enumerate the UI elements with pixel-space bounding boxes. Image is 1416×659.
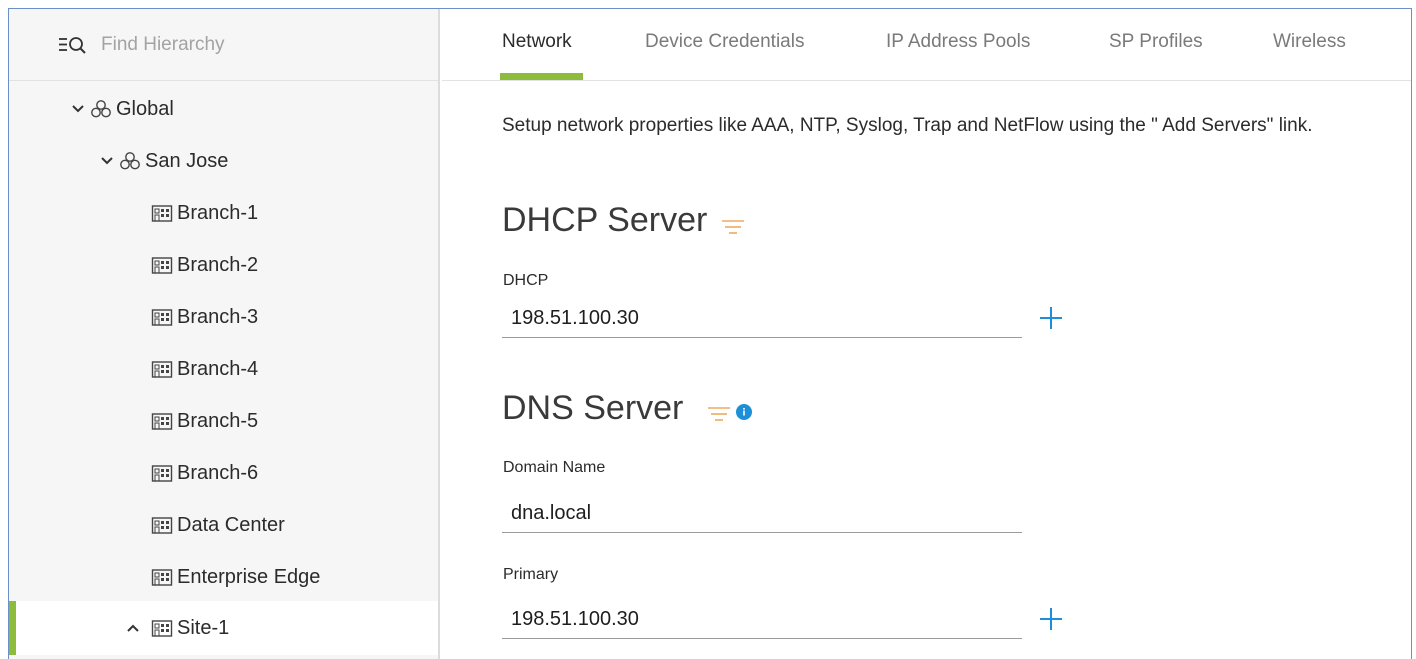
tree-item-label: Global [116,97,174,120]
chevron-up-icon[interactable] [121,616,145,640]
filter-icon[interactable] [721,218,745,236]
tree-item-label: San Jose [145,149,229,172]
tree-item-site-1[interactable]: Site-1 [9,601,438,655]
building-icon [151,617,175,639]
area-icon [90,98,114,120]
building-icon [151,410,175,432]
tree-item-label: Site-1 [177,616,230,639]
building-icon [151,202,175,224]
building-icon [151,254,175,276]
domain-name-label: Domain Name [503,459,606,476]
info-icon[interactable] [736,404,752,420]
app-window: Global San Jose Branch-1 Branch-2 [8,8,1412,659]
tab-network[interactable]: Network [502,31,572,53]
building-icon [151,306,175,328]
settings-tabs: Network Device Credentials IP Address Po… [442,9,1411,81]
page-description: Setup network properties like AAA, NTP, … [502,115,1313,136]
tree-item-san-jose[interactable]: San Jose [9,135,438,187]
tree-item-label: Branch-6 [177,461,259,484]
main-panel: Network Device Credentials IP Address Po… [442,9,1411,659]
tree-item-label: Branch-2 [177,253,259,276]
filter-search-icon[interactable] [57,33,93,57]
dhcp-label: DHCP [503,272,549,289]
area-icon [119,150,143,172]
hierarchy-sidebar: Global San Jose Branch-1 Branch-2 [9,9,440,659]
building-icon [151,358,175,380]
tree-item-branch-6[interactable]: Branch-6 [9,447,438,499]
tree-item-label: Branch-4 [177,357,259,380]
tree-item-data-center[interactable]: Data Center [9,499,438,551]
tree-item-branch-3[interactable]: Branch-3 [9,291,438,343]
dhcp-section-title: DHCP Server [502,201,708,239]
building-icon [151,566,175,588]
tab-sp-profiles[interactable]: SP Profiles [1109,31,1203,53]
primary-dns-label: Primary [503,566,559,583]
building-icon [151,462,175,484]
primary-dns-input[interactable] [502,601,1022,639]
tree-item-branch-2[interactable]: Branch-2 [9,239,438,291]
selection-indicator [9,601,16,655]
tree-item-global[interactable]: Global [9,83,438,135]
building-icon [151,514,175,536]
tree-item-enterprise-edge[interactable]: Enterprise Edge [9,551,438,603]
dhcp-server-input[interactable] [502,300,1022,338]
hierarchy-search-input[interactable] [101,33,401,56]
tree-item-branch-5[interactable]: Branch-5 [9,395,438,447]
filter-icon[interactable] [707,405,731,423]
domain-name-input[interactable] [502,495,1022,533]
add-dhcp-server-button[interactable] [1037,304,1065,332]
tree-item-label: Enterprise Edge [177,565,321,588]
tab-ip-address-pools[interactable]: IP Address Pools [886,31,1030,53]
dns-section-title: DNS Server [502,389,684,427]
hierarchy-search [9,9,438,81]
tree-item-branch-1[interactable]: Branch-1 [9,187,438,239]
tree-item-label: Branch-1 [177,201,259,224]
tree-item-branch-4[interactable]: Branch-4 [9,343,438,395]
tree-item-label: Branch-5 [177,409,259,432]
add-dns-server-button[interactable] [1037,605,1065,633]
active-tab-indicator [500,73,583,80]
chevron-down-icon[interactable] [95,149,119,173]
tree-item-label: Branch-3 [177,305,259,328]
tab-device-credentials[interactable]: Device Credentials [645,31,804,53]
tree-item-label: Data Center [177,513,285,536]
tab-wireless[interactable]: Wireless [1273,31,1346,53]
chevron-down-icon[interactable] [66,97,90,121]
